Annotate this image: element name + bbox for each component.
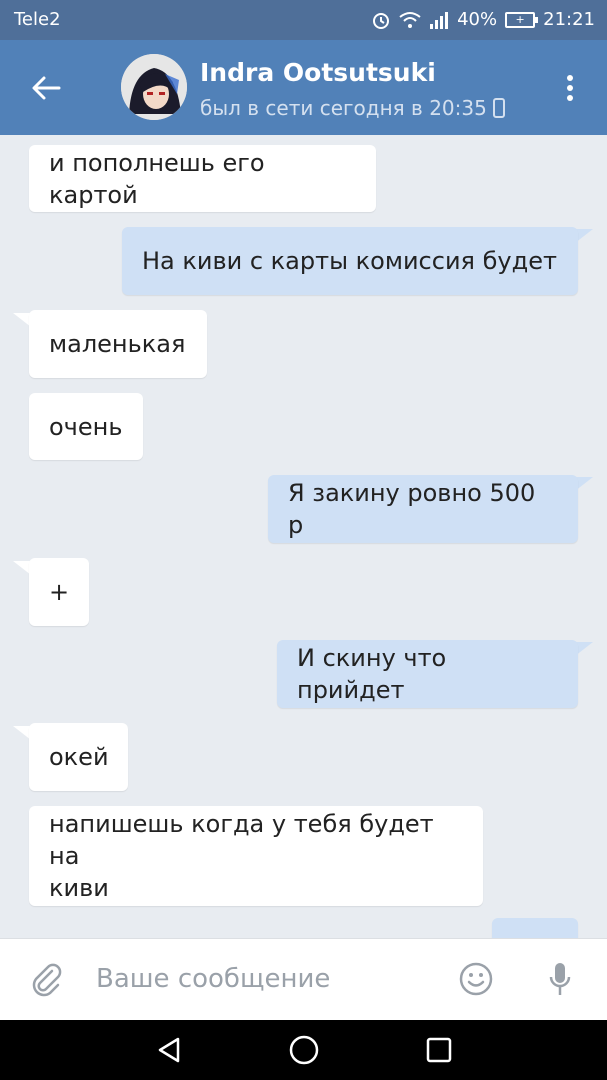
presence-text: был в сети сегодня в 20:35 — [200, 96, 487, 120]
message-text: Я закину ровно 500 р — [288, 479, 536, 539]
message-outgoing-partial[interactable] — [492, 918, 578, 938]
back-button[interactable] — [24, 66, 68, 110]
nav-home-button[interactable] — [284, 1032, 324, 1068]
carrier-name: Tele2 — [14, 9, 61, 30]
message-text: и пополнешь его картой — [49, 148, 265, 209]
message-composer — [0, 938, 607, 1020]
mobile-phone-icon — [492, 98, 505, 118]
message-outgoing[interactable]: И скину что прийдет — [277, 640, 578, 708]
status-right: 40% + 21:21 — [371, 9, 595, 30]
message-incoming[interactable]: окей — [29, 723, 128, 791]
app-bar: Indra Ootsutsuki был в сети сегодня в 20… — [0, 40, 607, 135]
message-incoming[interactable]: напишешь когда у тебя будет на киви — [29, 806, 483, 906]
message-incoming[interactable]: маленькая — [29, 310, 207, 378]
message-outgoing[interactable]: Я закину ровно 500 р — [268, 475, 578, 543]
contact-name[interactable]: Indra Ootsutsuki — [200, 58, 436, 87]
wifi-icon — [399, 11, 421, 29]
message-incoming[interactable]: + — [29, 558, 89, 626]
system-navigation-bar — [0, 1020, 607, 1080]
battery-icon: + — [505, 11, 539, 28]
status-bar: Tele2 40% + 21:21 — [0, 0, 607, 40]
message-text-line2: киви — [49, 874, 109, 902]
message-text: И скину что прийдет — [297, 644, 447, 704]
avatar[interactable] — [121, 54, 187, 120]
message-incoming[interactable]: очень — [29, 393, 143, 460]
nav-back-button[interactable] — [149, 1032, 189, 1068]
clock: 21:21 — [543, 9, 595, 30]
message-text: окей — [49, 743, 109, 771]
message-outgoing[interactable]: На киви с карты комиссия будет — [122, 227, 578, 295]
message-input[interactable] — [96, 959, 436, 999]
circle-home-icon — [289, 1035, 319, 1065]
message-text: очень — [49, 412, 123, 441]
message-incoming[interactable]: и пополнешь его картой — [29, 145, 376, 212]
message-text: маленькая — [49, 330, 186, 358]
presence-status: был в сети сегодня в 20:35 — [200, 96, 505, 120]
arrow-left-icon — [32, 76, 61, 100]
paperclip-icon[interactable] — [28, 961, 64, 1002]
message-text-line1: напишешь когда у тебя будет на — [49, 810, 434, 870]
nav-recent-button[interactable] — [419, 1032, 459, 1068]
alarm-icon — [371, 10, 391, 30]
signal-icon — [429, 11, 449, 29]
square-recent-icon — [426, 1037, 452, 1063]
microphone-icon[interactable] — [547, 961, 573, 1004]
more-menu-button[interactable] — [552, 68, 588, 108]
more-vertical-icon — [567, 75, 573, 81]
smile-icon[interactable] — [458, 961, 494, 1002]
triangle-back-icon — [158, 1037, 180, 1063]
message-text: На киви с карты комиссия будет — [142, 247, 557, 275]
battery-percent: 40% — [457, 9, 498, 30]
message-text: + — [49, 578, 70, 606]
message-list[interactable]: и пополнешь его картой На киви с карты к… — [0, 135, 607, 938]
